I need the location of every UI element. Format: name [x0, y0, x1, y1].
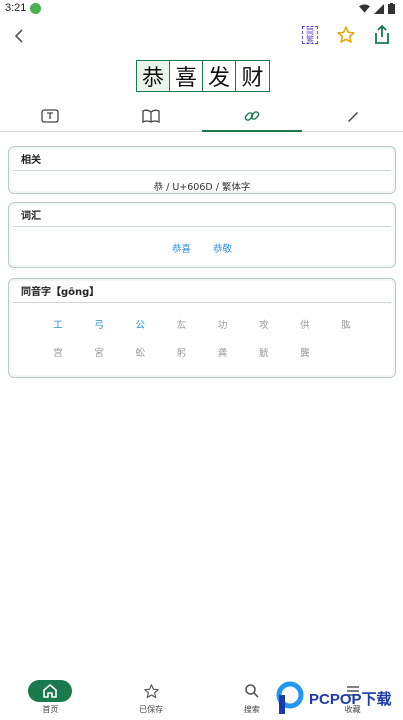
nav-search-label: 搜索 — [243, 705, 260, 714]
tab-book[interactable] — [101, 100, 202, 131]
nav-saved[interactable]: 已保存 — [101, 676, 202, 720]
detail-tabs — [0, 100, 403, 132]
wifi-icon — [359, 3, 370, 13]
title-char[interactable]: 财 — [236, 61, 269, 91]
share-button[interactable] — [371, 24, 393, 46]
status-icons — [359, 3, 395, 14]
status-bar: 3:21 — [0, 0, 403, 18]
chevron-left-icon — [14, 29, 23, 43]
nav-saved-label: 已保存 — [139, 705, 164, 714]
text-box-icon — [41, 108, 60, 123]
nav-saved-wrap — [129, 680, 173, 702]
watermark-text: PCPOP下载 — [309, 690, 392, 708]
character-title: 恭 喜 发 财 — [136, 60, 270, 92]
nav-home-pill — [28, 680, 73, 702]
book-open-icon — [142, 109, 160, 123]
homophone-row: 宫 宮 蚣 躬 龚 觥 龔 — [19, 345, 385, 359]
homophone-row: 工 弓 公 厷 功 攻 供 肱 — [19, 317, 385, 331]
watermark: PCPOP下载 — [275, 680, 399, 716]
homophone-char[interactable]: 宫 — [47, 345, 69, 359]
vocab-link[interactable]: 恭喜 — [172, 241, 191, 255]
pcpop-logo-icon — [276, 681, 304, 714]
tab-link[interactable] — [201, 100, 303, 132]
homophone-char[interactable]: 龔 — [294, 345, 316, 359]
related-card: 相关 恭 / U+606D / 繁体字 — [8, 146, 396, 194]
pen-icon — [347, 111, 358, 122]
homophone-char[interactable]: 供 — [294, 317, 316, 331]
title-char[interactable]: 发 — [203, 61, 236, 91]
homophone-char[interactable]: 躬 — [170, 345, 192, 359]
link-icon — [244, 110, 260, 121]
vocab-heading: 词汇 — [13, 203, 391, 227]
nav-home-label: 首页 — [42, 705, 59, 714]
simp-trad-icon: 简 繁 — [302, 26, 318, 44]
homophone-char[interactable]: 公 — [129, 317, 151, 331]
homophone-char[interactable]: 蚣 — [129, 345, 151, 359]
homophone-char[interactable]: 觥 — [253, 345, 275, 359]
homophones-heading: 同音字【gōng】 — [13, 279, 391, 303]
favorite-button[interactable] — [335, 24, 357, 46]
vocab-link[interactable]: 恭敬 — [213, 241, 232, 255]
homophones-card: 同音字【gōng】 工 弓 公 厷 功 攻 供 肱 宫 宮 蚣 躬 龚 觥 龔 — [8, 278, 396, 378]
simp-trad-toggle-button[interactable]: 简 繁 — [299, 24, 321, 46]
share-icon — [375, 25, 389, 44]
homophone-char[interactable]: 厷 — [170, 317, 192, 331]
homophone-char[interactable]: 肱 — [335, 317, 357, 331]
title-char[interactable]: 喜 — [170, 61, 203, 91]
trad-label: 繁 — [306, 35, 314, 44]
star-outline-icon — [143, 683, 159, 698]
star-outline-icon — [337, 26, 355, 43]
status-time: 3:21 — [5, 2, 27, 14]
app-notification-icon — [30, 3, 41, 14]
vocab-card: 词汇 恭喜 恭敬 — [8, 202, 396, 268]
app-toolbar: 简 繁 — [0, 22, 403, 52]
homophone-char[interactable]: 功 — [212, 317, 234, 331]
homophone-char[interactable]: 龚 — [212, 345, 234, 359]
tab-pen[interactable] — [302, 100, 403, 131]
nav-search-wrap — [230, 680, 274, 702]
back-button[interactable] — [10, 26, 30, 46]
battery-icon — [388, 3, 395, 14]
homophone-char[interactable]: 攻 — [253, 317, 275, 331]
signal-icon — [374, 3, 384, 14]
related-info-text: 恭 / U+606D / 繁体字 — [153, 182, 251, 193]
search-icon — [245, 684, 259, 698]
home-icon — [43, 684, 58, 698]
title-char[interactable]: 恭 — [137, 61, 170, 91]
related-heading: 相关 — [13, 147, 391, 171]
nav-home[interactable]: 首页 — [0, 676, 101, 720]
tab-text[interactable] — [0, 100, 101, 131]
homophone-char[interactable]: 工 — [47, 317, 69, 331]
homophone-char[interactable]: 宮 — [88, 345, 110, 359]
homophone-char[interactable]: 弓 — [88, 317, 110, 331]
